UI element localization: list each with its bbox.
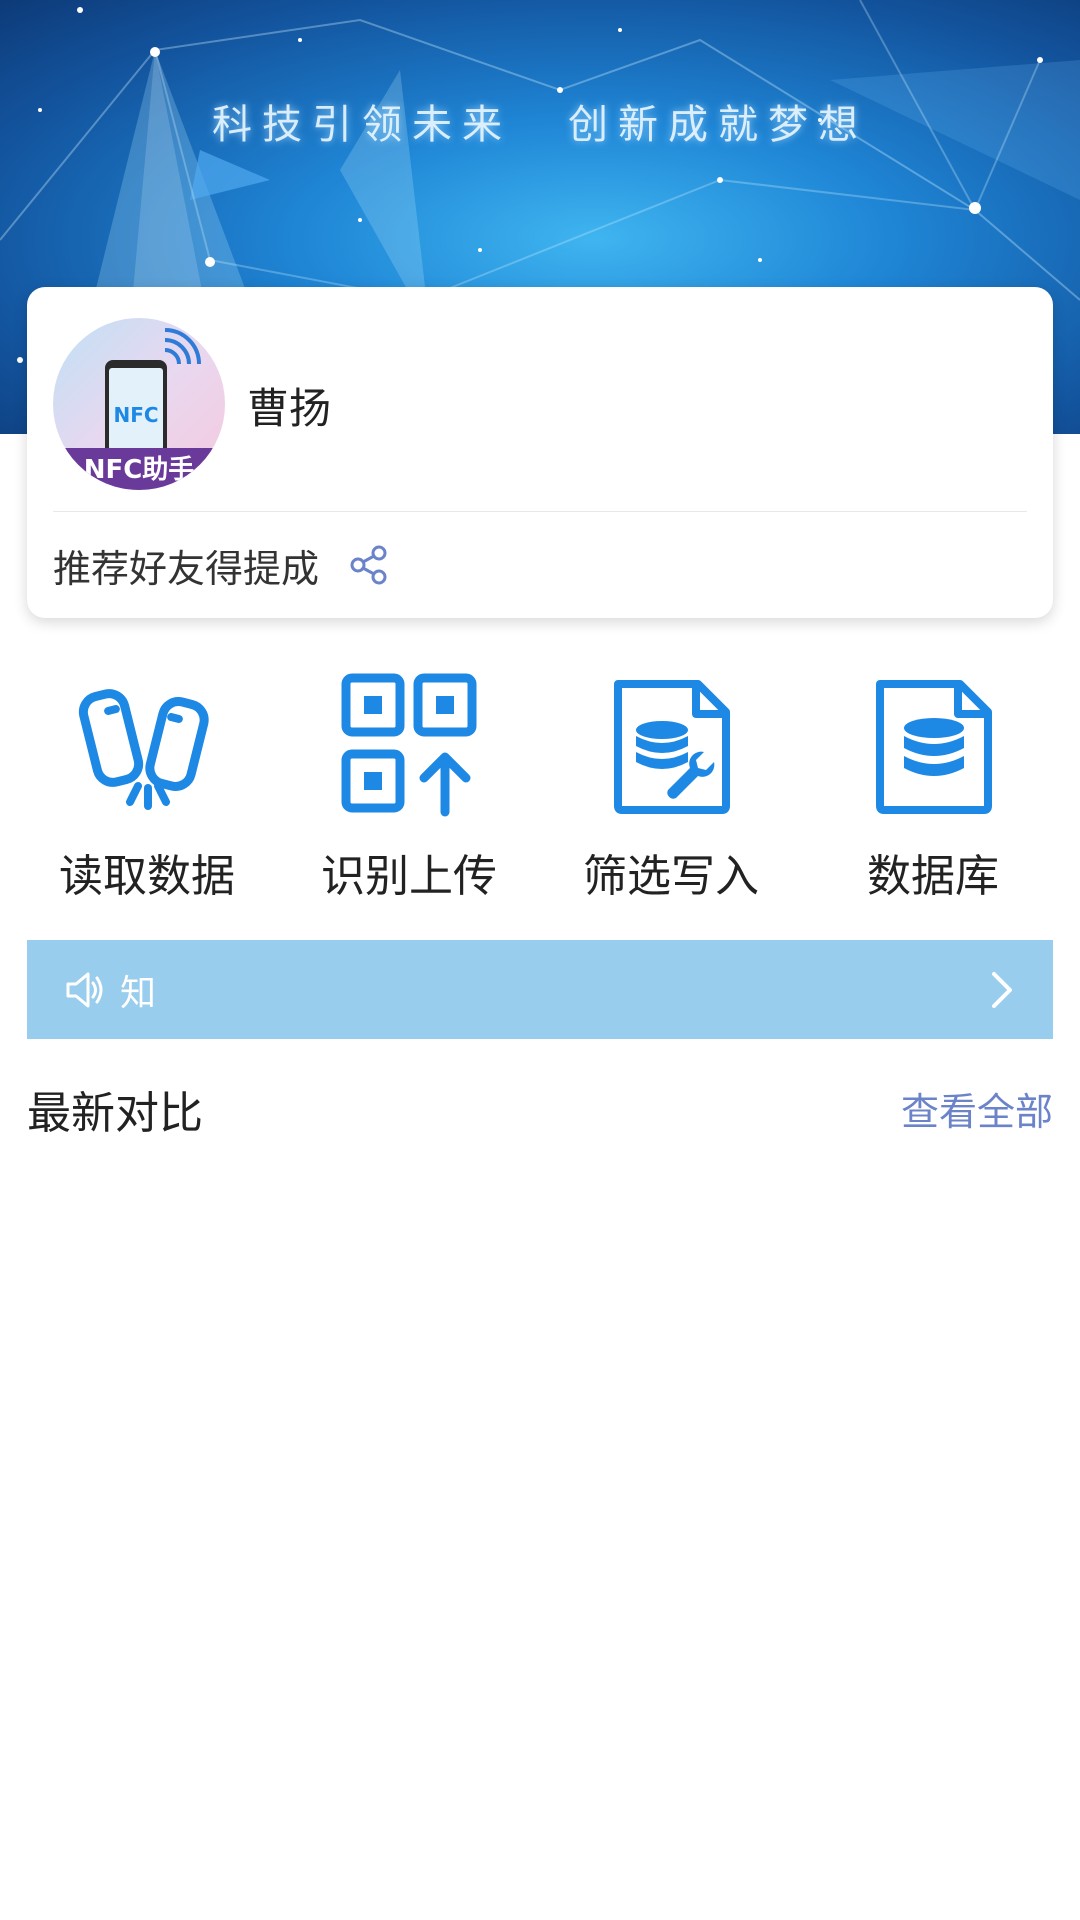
chevron-right-icon [989, 970, 1015, 1010]
action-label: 筛选写入 [583, 851, 759, 902]
qr-upload-icon [341, 673, 477, 817]
action-filter-write[interactable]: 筛选写入 [551, 672, 791, 902]
view-all-link[interactable]: 查看全部 [901, 1081, 1053, 1136]
notice-text: 知 [120, 972, 157, 1014]
action-label: 识别上传 [321, 851, 497, 902]
avatar-badge-text: NFC助手 [84, 455, 195, 485]
banner-slogan: 科技引领未来 创新成就梦想 [0, 92, 1080, 150]
share-icon[interactable] [349, 545, 389, 585]
action-scan-upload[interactable]: 识别上传 [289, 672, 529, 902]
quick-actions: 读取数据 识别上传 筛选写入 数据库 [0, 672, 1080, 902]
avatar[interactable]: NFC NFC助手 [53, 318, 225, 490]
referral-link[interactable]: 推荐好友得提成 [53, 535, 389, 595]
referral-text: 推荐好友得提成 [53, 546, 320, 591]
latest-section-header: 最新对比 查看全部 [27, 1077, 1053, 1139]
username: 曹扬 [247, 384, 332, 433]
banner-slogan-right: 创新成就梦想 [568, 102, 868, 148]
database-file-wrench-icon [614, 680, 730, 814]
nfc-cards-icon [78, 689, 209, 810]
notice-bar[interactable]: 知 [27, 940, 1053, 1039]
action-database[interactable]: 数据库 [813, 672, 1053, 902]
speaker-icon [62, 968, 106, 1012]
banner-slogan-left: 科技引领未来 [212, 102, 512, 148]
profile-card: NFC NFC助手 曹扬 推荐好友得提成 [27, 287, 1053, 618]
database-file-icon [876, 680, 992, 814]
action-read-data[interactable]: 读取数据 [27, 672, 267, 902]
section-title: 最新对比 [27, 1088, 203, 1139]
avatar-chip-text: NFC [113, 403, 158, 427]
action-label: 数据库 [867, 851, 999, 902]
action-label: 读取数据 [59, 851, 235, 902]
divider [53, 511, 1027, 512]
